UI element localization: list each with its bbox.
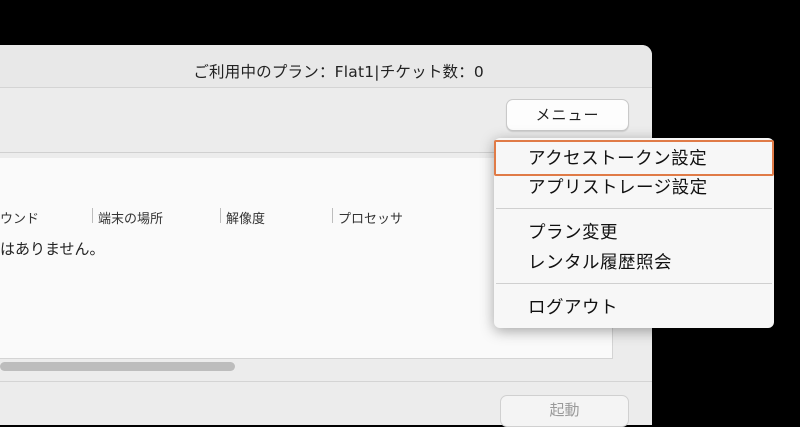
menu-button[interactable]: メニュー [506,99,629,131]
footer-divider [0,381,652,382]
menu-item-plan-change[interactable]: プラン変更 [528,219,618,244]
menu-item-rental-history[interactable]: レンタル履歴照会 [528,249,672,274]
horizontal-scrollbar[interactable] [0,362,235,371]
menu-separator [496,283,772,284]
column-header-sound[interactable]: ウンド [0,208,39,227]
column-divider [332,208,333,223]
menu-item-highlight [494,140,774,176]
empty-table-message: はありません。 [0,240,105,258]
plan-info-text: ご利用中のプラン：Flat1|チケット数：0 [193,63,484,81]
column-header-resolution[interactable]: 解像度 [226,208,265,227]
column-header-processor[interactable]: プロセッサ [338,208,403,227]
column-divider [92,208,93,223]
menu-item-app-storage-settings[interactable]: アプリストレージ設定 [528,174,708,199]
menu-separator [496,208,772,209]
column-header-location[interactable]: 端末の場所 [98,208,163,227]
launch-button[interactable]: 起動 [500,395,629,427]
column-divider [220,208,221,223]
menu-item-logout[interactable]: ログアウト [528,294,618,319]
